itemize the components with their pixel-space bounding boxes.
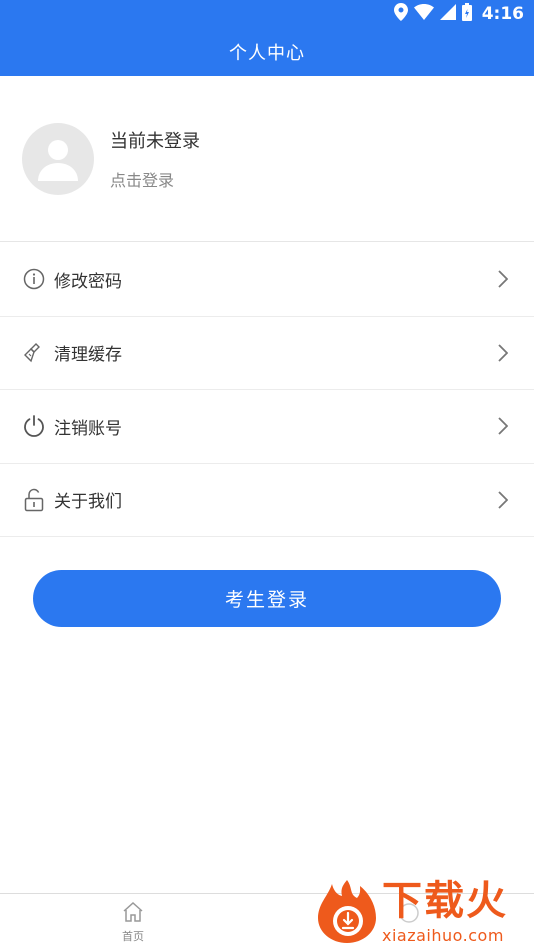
menu-label: 修改密码 [54,271,122,292]
status-time: 4:16 [481,4,524,24]
profile-card[interactable]: 当前未登录 点击登录 [0,76,534,242]
app-header: 4:16 个人中心 [0,0,534,76]
wifi-icon [413,4,434,24]
login-status: 当前未登录 [110,130,200,152]
location-icon [393,3,408,25]
chevron-right-icon [496,490,510,510]
watermark: 下载火 xiazaihuo.com [316,878,530,948]
status-bar: 4:16 [0,0,534,28]
brush-icon [22,341,46,365]
tab-home[interactable]: 首页 [102,901,164,946]
flame-logo-icon [318,880,376,943]
avatar[interactable] [22,122,94,195]
student-login-button[interactable]: 考生登录 [33,570,501,627]
signal-icon [439,4,456,24]
power-icon [22,414,46,438]
menu-item-delete-account[interactable]: 注销账号 [0,390,534,464]
login-link[interactable]: 点击登录 [110,167,200,191]
menu-label: 注销账号 [54,418,122,439]
profile-text: 当前未登录 点击登录 [110,127,200,191]
title-bar: 个人中心 [0,28,534,76]
menu-item-clear-cache[interactable]: 清理缓存 [0,317,534,390]
chevron-right-icon [496,416,510,436]
chevron-right-icon [496,343,510,363]
watermark-brand: 下载火 [382,878,508,924]
settings-menu: 修改密码 清理缓存 注销账号 关于我们 [0,243,534,537]
unlock-icon [22,488,46,512]
page-title: 个人中心 [229,43,305,64]
home-icon [122,901,144,926]
user-icon [38,139,78,181]
menu-item-change-password[interactable]: 修改密码 [0,243,534,317]
chevron-right-icon [496,269,510,289]
battery-icon [461,3,472,25]
menu-label: 清理缓存 [54,345,122,366]
watermark-url: xiazaihuo.com [382,926,504,945]
menu-item-about-us[interactable]: 关于我们 [0,464,534,537]
info-icon [22,267,46,291]
tab-home-label: 首页 [122,930,144,943]
menu-label: 关于我们 [54,492,122,513]
